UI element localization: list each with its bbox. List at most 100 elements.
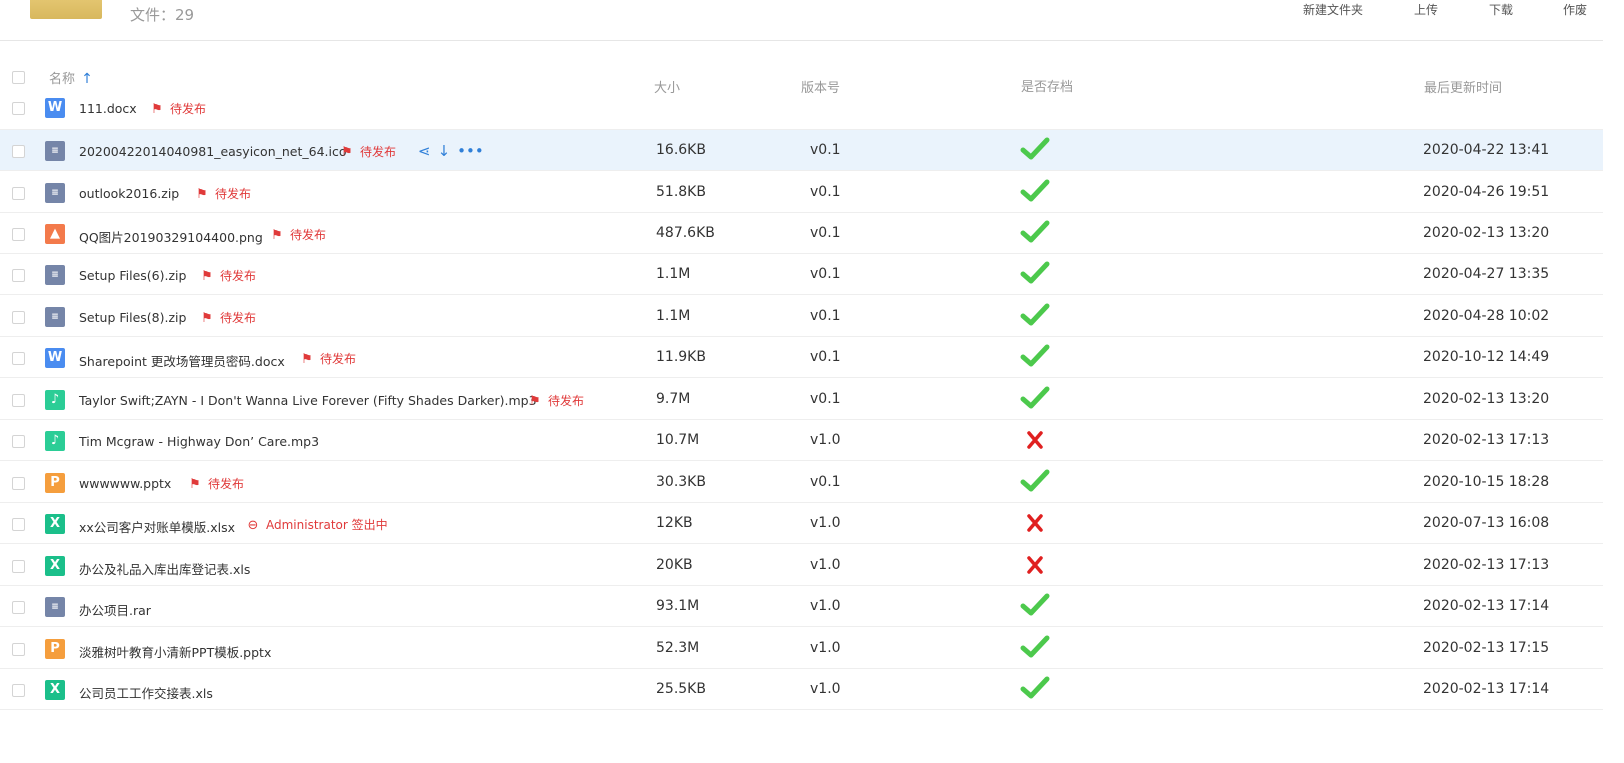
file-size: 16.6KB	[656, 142, 706, 158]
file-name[interactable]: 淡雅树叶教育小清新PPT模板.pptx	[79, 642, 271, 661]
status-badge: ⚑ 待发布	[151, 102, 207, 117]
file-version: v1.0	[810, 515, 841, 531]
row-checkbox[interactable]	[12, 435, 25, 448]
row-checkbox[interactable]	[12, 352, 25, 365]
select-all-checkbox[interactable]	[12, 71, 25, 84]
file-name[interactable]: Setup Files(8).zip	[79, 310, 186, 325]
ppt-file-icon: P	[45, 639, 65, 659]
row-divider	[0, 294, 1603, 295]
file-version: v0.1	[810, 308, 841, 324]
archived-check-icon	[1020, 676, 1050, 700]
status-badge: ⚑ 待发布	[341, 145, 397, 160]
file-name[interactable]: Setup Files(6).zip	[79, 268, 186, 283]
row-checkbox[interactable]	[12, 477, 25, 490]
file-size: 12KB	[656, 515, 693, 531]
file-name[interactable]: 办公项目.rar	[79, 600, 151, 619]
share-icon[interactable]: ⋖	[418, 142, 431, 160]
toolbar-divider	[0, 40, 1603, 41]
table-row[interactable]: W Sharepoint 更改场管理员密码.docx ⚑ 待发布 11.9KB v0.1 2…	[0, 337, 1603, 378]
row-checkbox[interactable]	[12, 145, 25, 158]
table-row[interactable]: Xxx公司客户对账单模版.xlsx ⊖ Administrator 签出中 12KB v…	[0, 503, 1603, 544]
file-name[interactable]: 办公及礼品入库出库登记表.xls	[79, 559, 250, 578]
file-size: 25.5KB	[656, 681, 706, 697]
file-name[interactable]: 111.docx	[79, 101, 137, 116]
updated-time: 2020-10-12 14:49	[1423, 349, 1550, 365]
word-file-icon: W	[45, 348, 65, 368]
upload-button[interactable]: 上传	[1414, 1, 1438, 18]
updated-time: 2020-04-27 13:35	[1423, 266, 1550, 282]
stamp-icon: ⚑	[529, 394, 541, 409]
updated-time: 2020-02-13 13:20	[1423, 225, 1550, 241]
file-name[interactable]: outlook2016.zip	[79, 186, 179, 201]
file-version: v0.1	[810, 474, 841, 490]
download-button[interactable]: 下载	[1489, 1, 1513, 18]
column-header-name[interactable]: 名称 ↑	[49, 68, 93, 87]
file-name[interactable]: 20200422014040981_easyicon_net_64.ico	[79, 144, 347, 159]
row-checkbox[interactable]	[12, 394, 25, 407]
row-checkbox[interactable]	[12, 228, 25, 241]
table-row[interactable]: ≡ Setup Files(6).zip ⚑ 待发布 1.1M v0.1 2020-04-2…	[0, 254, 1603, 295]
updated-time: 2020-04-26 19:51	[1423, 184, 1550, 200]
table-row[interactable]: ≡ outlook2016.zip ⚑ 待发布 51.8KB v0.1 2020-04-26…	[0, 172, 1603, 213]
file-name[interactable]: Sharepoint 更改场管理员密码.docx	[79, 351, 285, 370]
file-name[interactable]: 公司员工工作交接表.xls	[79, 683, 213, 702]
archive-file-icon: ≡	[45, 183, 65, 203]
stamp-icon: ⚑	[196, 187, 208, 202]
arrow-up-icon[interactable]: ↑	[81, 71, 93, 87]
more-icon[interactable]: •••	[457, 142, 484, 160]
void-button[interactable]: 作废	[1563, 1, 1587, 18]
file-size: 1.1M	[656, 266, 691, 282]
table-row[interactable]: W 111.docx ⚑ 待发布	[0, 88, 1603, 130]
table-row[interactable]: P 淡雅树叶教育小清新PPT模板.pptx 52.3M v1.0 2020-02-13 …	[0, 628, 1603, 669]
word-file-icon: W	[45, 98, 65, 118]
row-checkbox[interactable]	[12, 643, 25, 656]
row-checkbox[interactable]	[12, 684, 25, 697]
status-badge: ⚑ 待发布	[529, 394, 585, 409]
table-row[interactable]: Pwwwwww.pptx ⚑ 待发布 30.3KB v0.1 2020-10-15 18:…	[0, 462, 1603, 503]
file-name[interactable]: xx公司客户对账单模版.xlsx	[79, 517, 235, 536]
row-checkbox[interactable]	[12, 311, 25, 324]
table-row[interactable]: ♪ Tim Mcgraw - Highway Don’ Care.mp3 10.7M…	[0, 420, 1603, 461]
download-icon[interactable]: ↓	[438, 142, 451, 160]
row-divider	[0, 460, 1603, 461]
file-size: 11.9KB	[656, 349, 706, 365]
file-version: v0.1	[810, 142, 841, 158]
row-checkbox[interactable]	[12, 560, 25, 573]
file-name[interactable]: wwwwww.pptx	[79, 476, 171, 491]
row-divider	[0, 709, 1603, 710]
table-row[interactable]: ≡ 办公项目.rar 93.1M v1.0 2020-02-13 17:14	[0, 586, 1603, 627]
file-version: v1.0	[810, 681, 841, 697]
file-version: v1.0	[810, 640, 841, 656]
file-size: 52.3M	[656, 640, 700, 656]
file-name[interactable]: QQ图片20190329104400.png	[79, 227, 263, 246]
table-row[interactable]: ▲ QQ图片20190329104400.png ⚑ 待发布 487.6KB v0.1 20…	[0, 213, 1603, 254]
file-name[interactable]: Tim Mcgraw - Highway Don’ Care.mp3	[79, 434, 319, 449]
updated-time: 2020-02-13 17:13	[1423, 432, 1550, 448]
table-row[interactable]: ≡ Setup Files(8).zip ⚑ 待发布 1.1M v0.1 2020-04-2…	[0, 296, 1603, 337]
row-checkbox[interactable]	[12, 102, 25, 115]
not-archived-cross-icon	[1020, 428, 1050, 452]
row-divider	[0, 626, 1603, 627]
archived-check-icon	[1020, 635, 1050, 659]
stamp-icon: ⚑	[201, 311, 213, 326]
row-checkbox[interactable]	[12, 187, 25, 200]
updated-time: 2020-02-13 17:14	[1423, 681, 1550, 697]
status-badge: ⚑ 待发布	[196, 187, 252, 202]
table-row[interactable]: ≡ 20200422014040981_easyicon_net_64.ico ⚑ 待…	[0, 130, 1603, 171]
file-name[interactable]: Taylor Swift;ZAYN - I Don't Wanna Live F…	[79, 393, 537, 408]
file-size: 51.8KB	[656, 184, 706, 200]
file-version: v1.0	[810, 432, 841, 448]
row-checkbox[interactable]	[12, 269, 25, 282]
file-size: 20KB	[656, 557, 693, 573]
new-folder-button[interactable]: 新建文件夹	[1303, 1, 1363, 18]
row-checkbox[interactable]	[12, 518, 25, 531]
archive-file-icon: ≡	[45, 265, 65, 285]
excel-file-icon: X	[45, 514, 65, 534]
table-row[interactable]: ♪ Taylor Swift;ZAYN - I Don't Wanna Live …	[0, 379, 1603, 420]
table-row[interactable]: X 办公及礼品入库出库登记表.xls 20KB v1.0 2020-02-13 17:1…	[0, 545, 1603, 586]
not-archived-cross-icon	[1020, 553, 1050, 577]
archived-check-icon	[1020, 469, 1050, 493]
table-row[interactable]: X 公司员工工作交接表.xls 25.5KB v1.0 2020-02-13 17:14	[0, 669, 1603, 710]
row-checkbox[interactable]	[12, 601, 25, 614]
stamp-icon: ⚑	[189, 477, 201, 492]
